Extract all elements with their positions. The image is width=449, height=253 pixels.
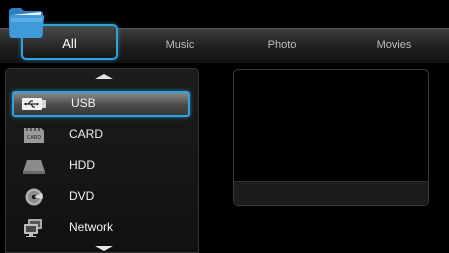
source-item-card[interactable]: CARD CARD: [12, 122, 190, 148]
network-icon: [24, 219, 42, 237]
preview-pane: [233, 69, 429, 206]
scroll-up-arrow-icon[interactable]: [95, 74, 113, 79]
card-icon-text: CARD: [27, 135, 41, 141]
folder-app-icon: [9, 8, 45, 38]
category-tab-bar: All Music Photo Movies: [0, 24, 449, 64]
tab-photo[interactable]: Photo: [250, 29, 314, 64]
source-label: USB: [71, 96, 96, 110]
source-label: HDD: [69, 158, 95, 172]
tab-music[interactable]: Music: [148, 29, 212, 64]
dvd-icon: [25, 188, 43, 206]
scroll-down-arrow-icon[interactable]: [95, 246, 113, 251]
source-item-network[interactable]: Network: [12, 215, 190, 241]
preview-info-bar: [234, 181, 428, 205]
source-item-usb[interactable]: USB: [12, 91, 190, 117]
usb-icon: [22, 98, 46, 110]
source-item-dvd[interactable]: DVD: [12, 184, 190, 210]
source-item-hdd[interactable]: HDD: [12, 153, 190, 179]
tab-movies[interactable]: Movies: [362, 29, 426, 64]
source-label: DVD: [69, 189, 95, 203]
hdd-icon: [23, 160, 45, 174]
card-icon: CARD: [24, 128, 44, 143]
source-label: CARD: [69, 127, 104, 141]
source-label: Network: [69, 220, 114, 234]
